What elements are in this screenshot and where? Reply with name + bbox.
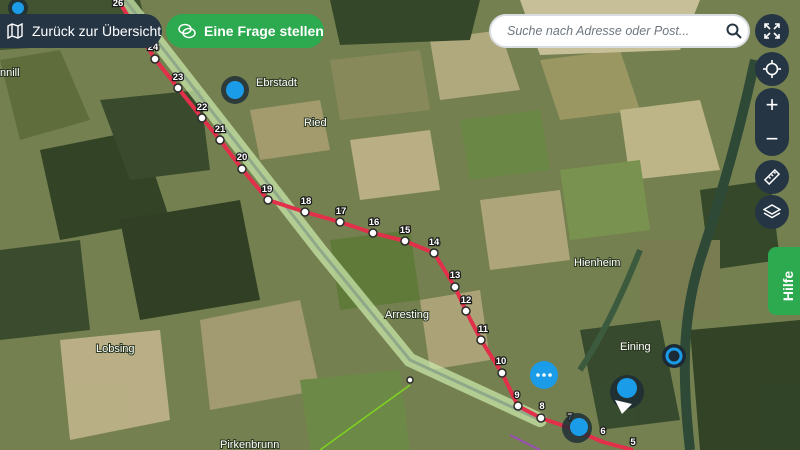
zoom-controls: + −: [755, 88, 789, 156]
locate-button[interactable]: [755, 52, 789, 86]
measure-button[interactable]: [755, 160, 789, 194]
layers-button[interactable]: [755, 195, 789, 229]
marker-label: 26: [113, 0, 124, 9]
location-pin[interactable]: [221, 76, 249, 104]
ask-button-label: Eine Frage stellen: [204, 23, 324, 39]
help-label: Hilfe: [780, 270, 796, 302]
marker-label: 22: [197, 102, 208, 113]
ask-question-button[interactable]: Eine Frage stellen: [166, 14, 324, 48]
marker-label: 10: [496, 356, 507, 367]
marker-label: 11: [478, 324, 489, 335]
layers-icon: [763, 204, 781, 219]
back-to-overview-button[interactable]: Zurück zur Übersicht: [0, 14, 162, 48]
fullscreen-button[interactable]: [755, 14, 789, 48]
zoom-out-button[interactable]: −: [755, 122, 789, 156]
place-label: Ebrstadt: [256, 77, 297, 89]
marker-label: 8: [539, 401, 544, 412]
marker-label: 5: [630, 437, 636, 448]
crosshair-icon: [763, 60, 781, 78]
place-label: Ried: [304, 117, 327, 129]
map-app: 26 24 23 22 21 20 19 18 17 16 15 14 13 1…: [0, 0, 800, 450]
help-tab[interactable]: Hilfe: [768, 247, 800, 315]
place-label: nnill: [0, 67, 20, 79]
marker-label: 17: [336, 206, 347, 217]
place-label: Pirkenbrunn: [220, 439, 279, 450]
marker-label: 9: [514, 390, 519, 401]
comment-bubble-icon[interactable]: [530, 361, 558, 389]
marker-label: 13: [450, 270, 461, 281]
expand-icon: [764, 23, 780, 39]
map-icon: [6, 22, 24, 40]
place-label: Arresting: [385, 309, 429, 321]
marker-label: 6: [600, 426, 605, 437]
marker-label: 20: [237, 152, 248, 163]
place-label: Eining: [620, 341, 651, 353]
location-pin[interactable]: [562, 413, 592, 443]
place-label: Lobsing: [96, 343, 135, 355]
marker-label: 14: [429, 237, 440, 248]
marker-label: 15: [400, 225, 411, 236]
location-pin[interactable]: [662, 344, 686, 368]
chat-bubbles-icon: [178, 22, 196, 40]
marker-label: 21: [215, 124, 226, 135]
address-search-box: [489, 14, 750, 48]
search-icon[interactable]: [724, 21, 744, 41]
place-label: Hienheim: [574, 257, 620, 269]
ruler-icon: [763, 168, 781, 186]
marker-label: 16: [369, 217, 380, 228]
back-button-label: Zurück zur Übersicht: [32, 23, 162, 39]
search-input[interactable]: [505, 23, 724, 39]
satellite-map[interactable]: 26 24 23 22 21 20 19 18 17 16 15 14 13 1…: [0, 0, 800, 450]
marker-label: 23: [173, 72, 184, 83]
marker-label: 19: [262, 184, 273, 195]
zoom-in-button[interactable]: +: [755, 88, 789, 122]
marker-label: 12: [461, 295, 472, 306]
marker-label: 18: [301, 196, 312, 207]
